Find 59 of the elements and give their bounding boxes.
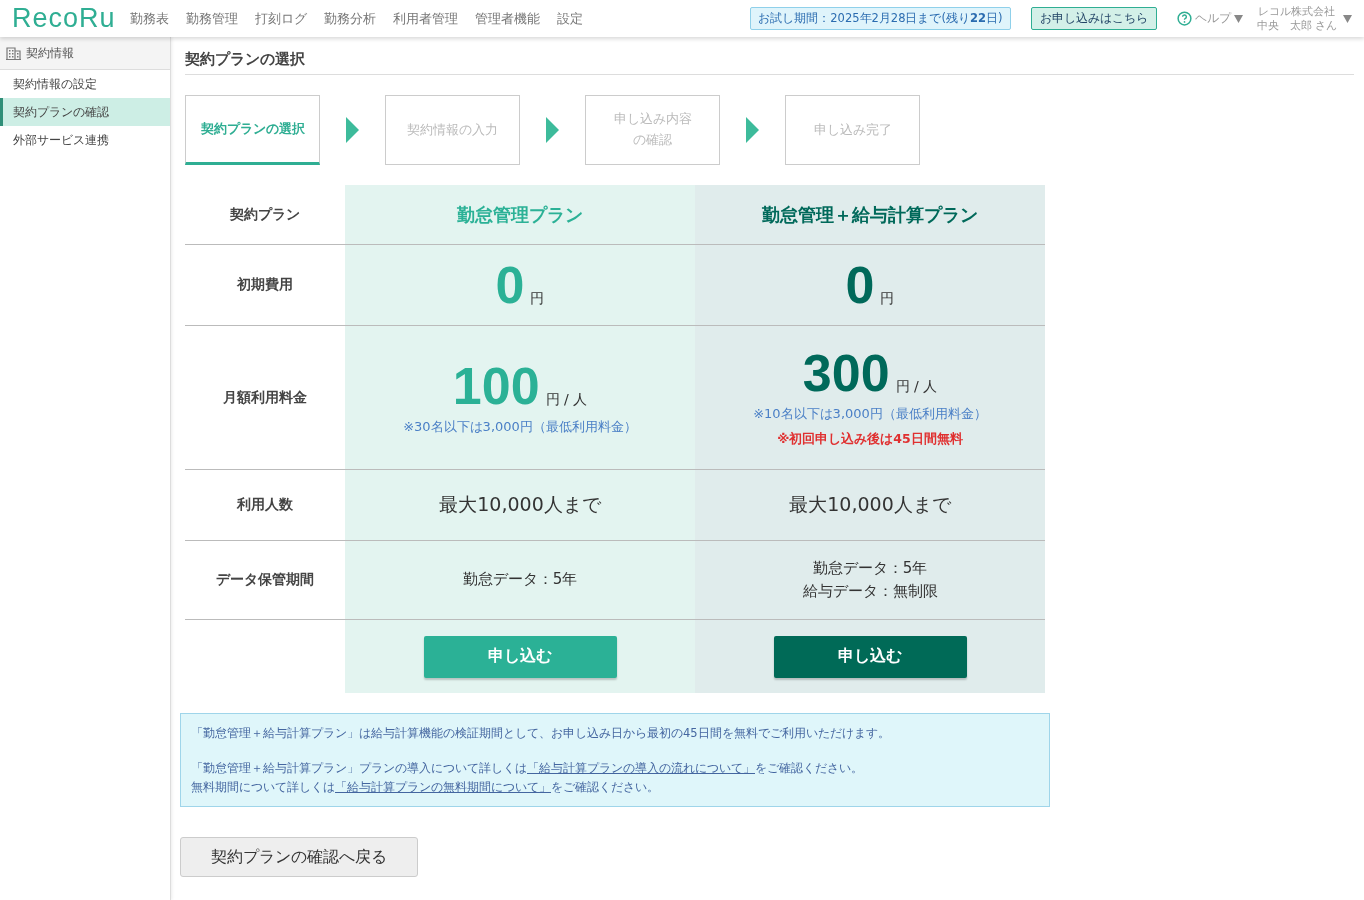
step: 申し込み内容の確認	[585, 95, 720, 165]
nav-link[interactable]: 設定	[556, 9, 583, 28]
nav-link[interactable]: 勤務分析	[323, 9, 376, 28]
page-title: 契約プランの選択	[185, 47, 1354, 75]
step: 契約情報の入力	[385, 95, 520, 165]
nav-link[interactable]: 打刻ログ	[254, 9, 307, 28]
minimum-fee-note: ※30名以下は3,000円（最低利用料金）	[403, 417, 637, 436]
apply-button[interactable]: 申し込む	[423, 635, 617, 678]
currency-unit: 円	[530, 290, 545, 308]
arrow-icon	[346, 117, 359, 143]
row-label: 初期費用	[237, 276, 293, 294]
help-link[interactable]: 「給与計算プランの導入の流れについて」	[527, 761, 755, 776]
step: 申し込み完了	[785, 95, 920, 165]
row-label: データ保管期間	[216, 571, 314, 589]
nav-link[interactable]: 利用者管理	[392, 9, 458, 28]
help-link[interactable]: ヘルプ	[1194, 10, 1231, 27]
user-limit: 最大10,000人まで	[439, 492, 601, 518]
free-period-note: ※初回申し込み後は45日間無料	[777, 431, 963, 448]
sidebar-item[interactable]: 契約プランの確認	[0, 98, 170, 126]
retention-period: 給与データ：無制限	[802, 581, 938, 602]
caret-icon	[1233, 14, 1243, 23]
monthly-fee: 100	[452, 359, 540, 412]
company-name: レコル株式会社	[1257, 4, 1337, 19]
initial-fee: 0	[845, 259, 875, 311]
back-button[interactable]: 契約プランの確認へ戻る	[180, 837, 418, 878]
building-icon	[6, 46, 21, 60]
logo: RecoRu	[12, 3, 116, 34]
arrow-icon	[546, 117, 559, 143]
apply-button[interactable]: お申し込みはこちら	[1030, 7, 1157, 30]
sidebar-item[interactable]: 契約情報の設定	[0, 70, 170, 98]
initial-fee: 0	[495, 259, 525, 311]
price-unit: 円 / 人	[895, 378, 938, 396]
arrow-icon	[746, 117, 759, 143]
nav-link[interactable]: 勤務管理	[185, 9, 238, 28]
info-text: 無料期間について詳しくは「給与計算プランの無料期間について」をご確認ください。	[191, 778, 660, 796]
nav-link[interactable]: 勤務表	[129, 9, 169, 28]
plan-name: 勤怠管理＋給与計算プラン	[762, 202, 978, 227]
info-text: 「勤怠管理＋給与計算プラン」プランの導入について詳しくは「給与計算プランの導入の流れについて」をご確認ください。	[191, 760, 864, 778]
sidebar-title: 契約情報	[26, 44, 74, 62]
row-label: 月額利用料金	[223, 388, 307, 407]
plan-name: 勤怠管理プラン	[457, 202, 583, 227]
apply-button[interactable]: 申し込む	[773, 635, 967, 678]
minimum-fee-note: ※10名以下は3,000円（最低利用料金）	[753, 405, 987, 423]
retention-period: 勤怠データ：5年	[812, 557, 928, 579]
retention-period: 勤怠データ：5年	[462, 569, 578, 591]
monthly-fee: 300	[802, 347, 890, 399]
row-label: 契約プラン	[230, 205, 300, 224]
caret-icon[interactable]	[1343, 14, 1352, 23]
info-text: 「勤怠管理＋給与計算プラン」は給与計算機能の検証期間として、お申し込み日から最初の45日間を無料でご利用いただけます。	[191, 725, 891, 742]
sidebar-item[interactable]: 外部サービス連携	[0, 126, 170, 154]
help-icon	[1176, 11, 1192, 26]
nav-link[interactable]: 管理者機能	[474, 9, 540, 28]
currency-unit: 円	[880, 290, 895, 308]
user-name: 中央 太郎 さん	[1256, 18, 1337, 33]
user-limit: 最大10,000人まで	[789, 492, 951, 518]
price-unit: 円 / 人	[545, 390, 588, 409]
row-label: 利用人数	[237, 496, 293, 514]
step: 契約プランの選択	[185, 95, 320, 165]
help-link[interactable]: 「給与計算プランの無料期間について」	[335, 779, 551, 794]
